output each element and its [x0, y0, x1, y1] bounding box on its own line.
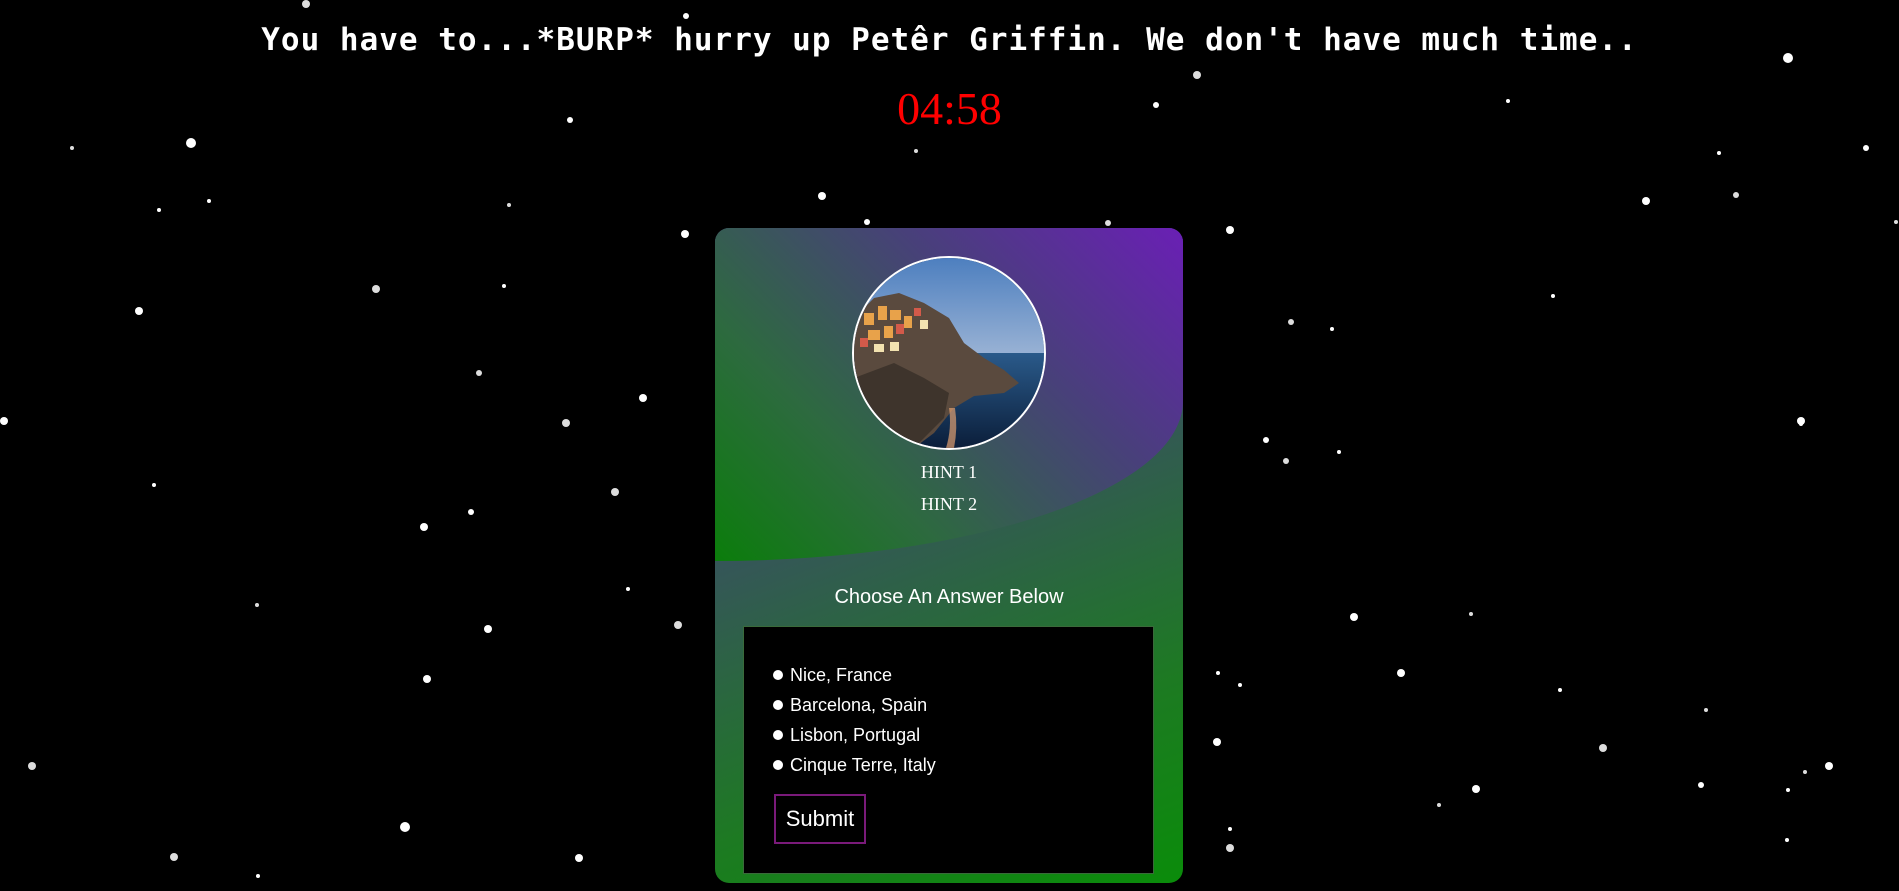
star	[1698, 782, 1704, 788]
star	[1799, 422, 1803, 426]
star	[1263, 437, 1269, 443]
star	[186, 138, 196, 148]
hint-1-link[interactable]: HINT 1	[715, 462, 1183, 483]
star	[914, 149, 918, 153]
star	[1283, 458, 1289, 464]
star	[1704, 708, 1708, 712]
answer-options: Nice, France Barcelona, Spain Lisbon, Po…	[773, 660, 936, 780]
hint-2-link[interactable]: HINT 2	[715, 494, 1183, 515]
star	[0, 417, 8, 425]
star	[70, 146, 74, 150]
star	[1558, 688, 1562, 692]
option-label: Cinque Terre, Italy	[790, 754, 936, 775]
star	[1350, 613, 1358, 621]
option-cinque-terre[interactable]: Cinque Terre, Italy	[773, 750, 936, 780]
star	[476, 370, 482, 376]
star	[1226, 844, 1234, 852]
answer-form: Nice, France Barcelona, Spain Lisbon, Po…	[743, 626, 1154, 874]
star	[420, 523, 428, 531]
star	[1288, 319, 1294, 325]
star	[1238, 683, 1242, 687]
star	[256, 874, 260, 878]
radio-icon[interactable]	[773, 700, 783, 710]
star	[1330, 327, 1334, 331]
option-barcelona[interactable]: Barcelona, Spain	[773, 690, 936, 720]
star	[157, 208, 161, 212]
submit-button[interactable]: Submit	[774, 794, 866, 844]
star	[611, 488, 619, 496]
star	[400, 822, 410, 832]
star	[1472, 785, 1480, 793]
star	[1786, 788, 1790, 792]
radio-icon[interactable]	[773, 760, 783, 770]
star	[626, 587, 630, 591]
option-lisbon[interactable]: Lisbon, Portugal	[773, 720, 936, 750]
star	[1551, 294, 1555, 298]
option-label: Nice, France	[790, 664, 893, 685]
option-label: Barcelona, Spain	[790, 694, 928, 715]
star	[1213, 738, 1221, 746]
star	[1803, 770, 1807, 774]
star	[1599, 744, 1607, 752]
location-photo	[852, 256, 1046, 450]
star	[1193, 71, 1201, 79]
radio-icon[interactable]	[773, 670, 783, 680]
star	[468, 509, 474, 515]
star	[562, 419, 570, 427]
star	[1733, 192, 1739, 198]
star	[639, 394, 647, 402]
star	[255, 603, 259, 607]
star	[681, 230, 689, 238]
star	[207, 199, 211, 203]
coastal-village-icon	[854, 258, 1044, 448]
answer-prompt: Choose An Answer Below	[834, 586, 1064, 608]
star	[502, 284, 506, 288]
star	[1228, 827, 1232, 831]
star	[1642, 197, 1650, 205]
star	[1785, 838, 1789, 842]
star	[372, 285, 380, 293]
star	[1216, 671, 1220, 675]
page-headline: You have to...*BURP* hurry up Petêr Grif…	[261, 22, 1638, 58]
radio-icon[interactable]	[773, 730, 783, 740]
quiz-card: HINT 1 HINT 2 Choose An Answer Below Nic…	[715, 228, 1183, 883]
star	[1337, 450, 1341, 454]
star	[1437, 803, 1441, 807]
star	[1397, 669, 1405, 677]
countdown-timer: 04:58	[897, 83, 1002, 134]
option-label: Lisbon, Portugal	[790, 724, 921, 745]
star	[507, 203, 511, 207]
star	[1105, 220, 1111, 226]
star	[152, 483, 156, 487]
star	[484, 625, 492, 633]
star	[170, 853, 178, 861]
star	[683, 13, 689, 19]
star	[1717, 151, 1721, 155]
star	[864, 219, 870, 225]
star	[135, 307, 143, 315]
star	[575, 854, 583, 862]
star	[28, 762, 36, 770]
star	[1825, 762, 1833, 770]
option-nice[interactable]: Nice, France	[773, 660, 936, 690]
star	[302, 0, 310, 8]
star	[423, 675, 431, 683]
star	[1226, 226, 1234, 234]
star	[674, 621, 682, 629]
star	[818, 192, 826, 200]
star	[1894, 220, 1898, 224]
star	[1863, 145, 1869, 151]
star	[1469, 612, 1473, 616]
